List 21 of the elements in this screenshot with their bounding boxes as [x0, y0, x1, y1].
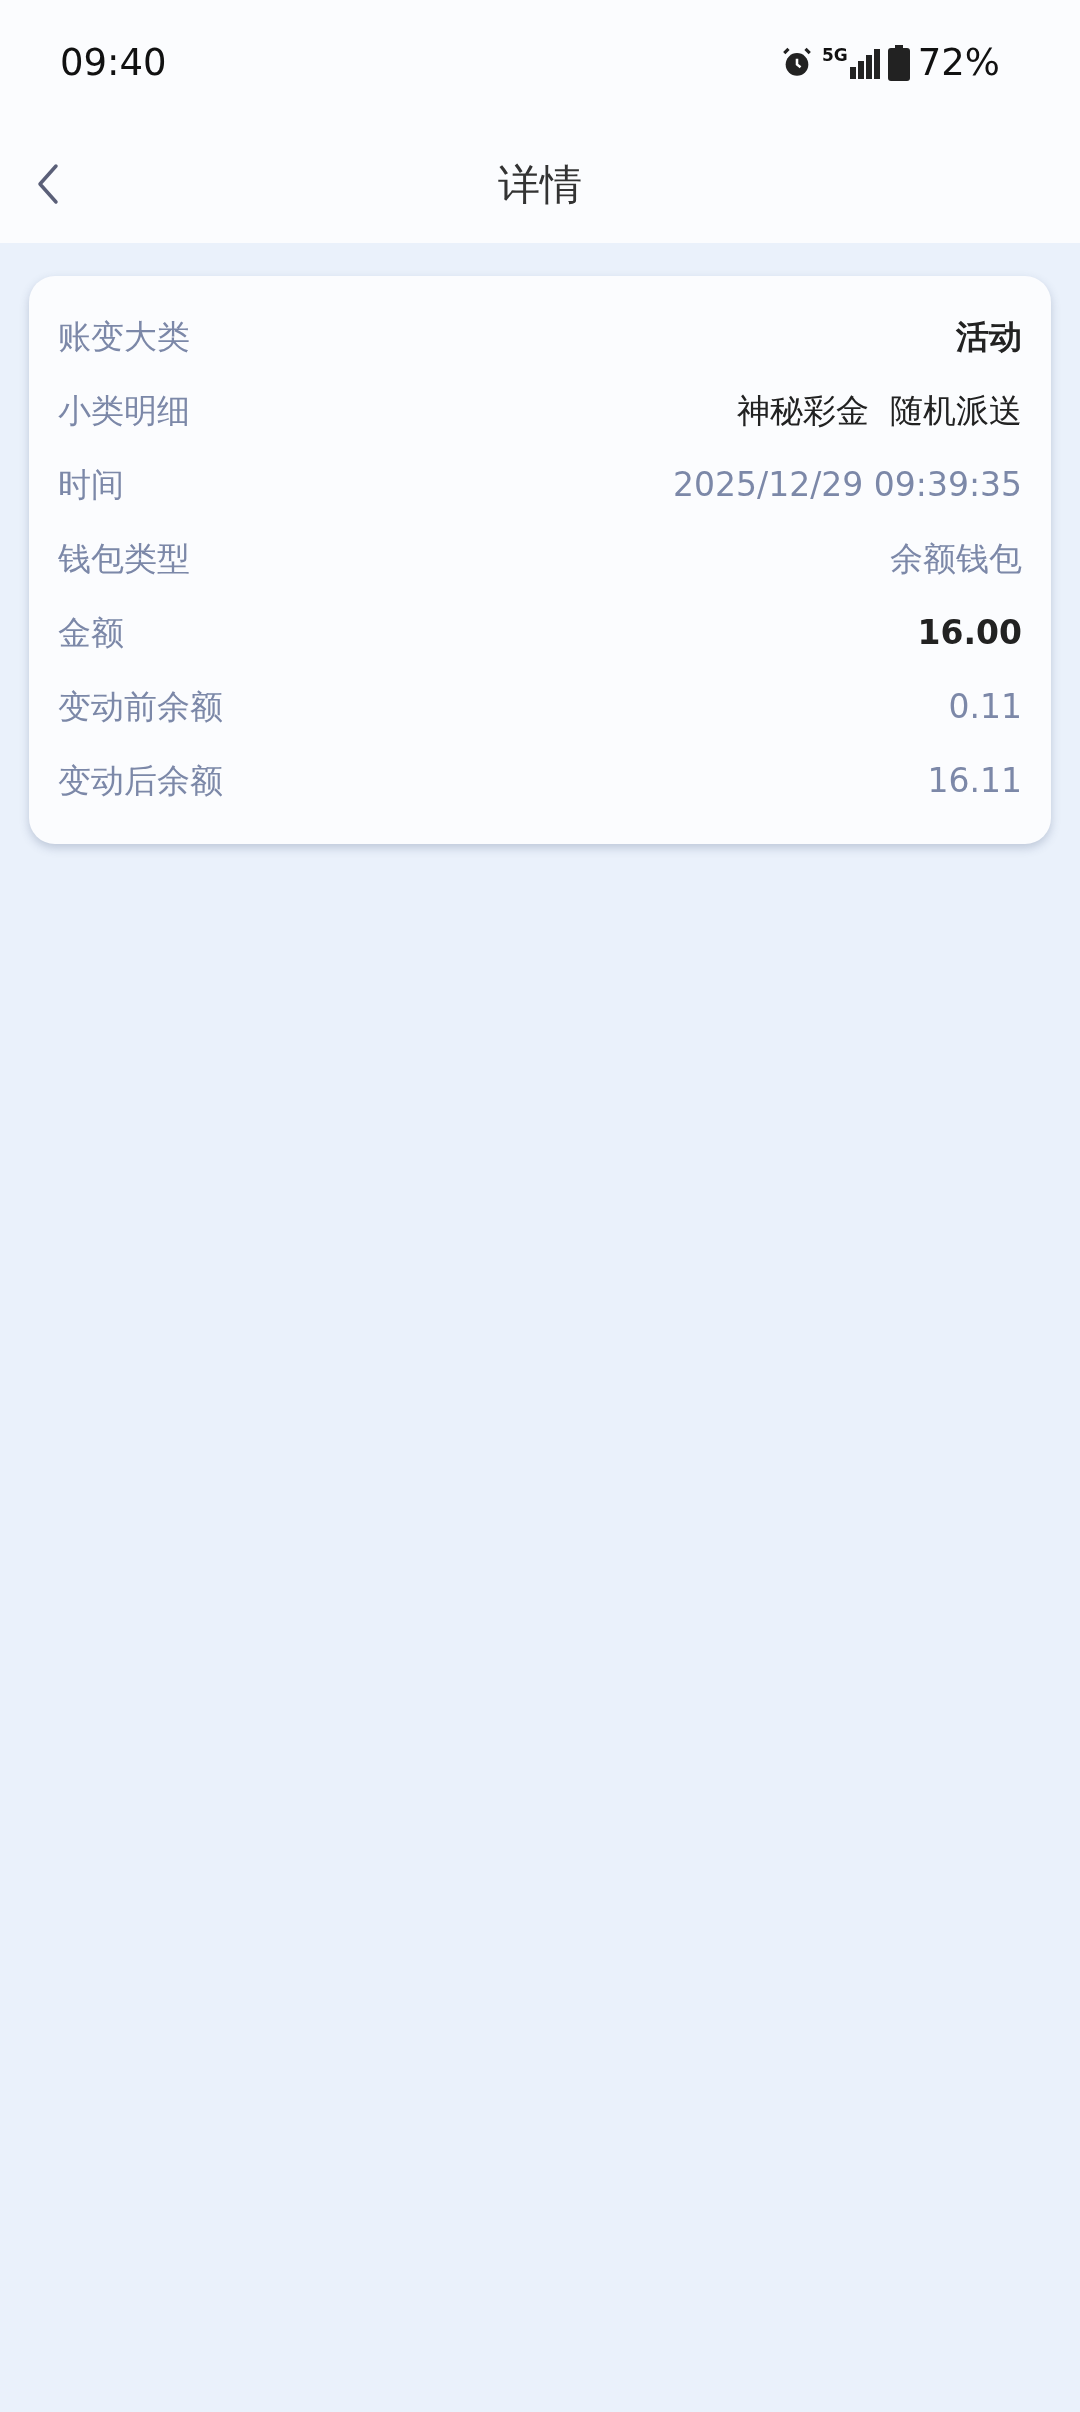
field-value: 活动 — [956, 316, 1022, 359]
field-label: 钱包类型 — [58, 538, 190, 581]
field-value: 2025/12/29 09:39:35 — [673, 464, 1022, 507]
field-label: 金额 — [58, 612, 124, 655]
field-label: 小类明细 — [58, 390, 190, 433]
signal-icon — [849, 46, 880, 79]
network-type: 5G — [821, 46, 848, 64]
field-value: 余额钱包 — [890, 538, 1022, 581]
field-label: 变动后余额 — [58, 760, 223, 803]
battery-percent: 72% — [917, 39, 1000, 86]
page-title: 详情 — [498, 158, 582, 211]
field-value: 16.00 — [917, 612, 1022, 655]
field-label: 时间 — [58, 464, 124, 507]
field-label: 变动前余额 — [58, 686, 223, 729]
field-value: 0.11 — [948, 686, 1022, 729]
status-time: 09:40 — [60, 39, 167, 86]
field-label: 账变大类 — [58, 316, 190, 359]
back-icon — [36, 163, 60, 205]
field-value: 神秘彩金 随机派送 — [737, 390, 1022, 433]
field-value: 16.11 — [927, 760, 1022, 803]
battery-icon — [887, 44, 910, 81]
